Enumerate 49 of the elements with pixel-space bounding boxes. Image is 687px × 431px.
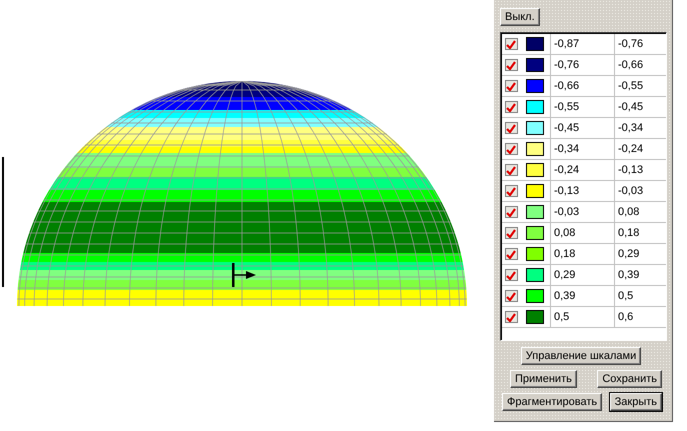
checkbox[interactable] bbox=[504, 185, 518, 197]
axis-arrow-icon bbox=[232, 263, 256, 287]
range-from: -0,13 bbox=[554, 185, 580, 197]
range-from: -0,87 bbox=[554, 38, 580, 50]
range-from: 0,18 bbox=[554, 248, 576, 260]
close-button[interactable]: Закрыть bbox=[610, 393, 662, 411]
checkbox[interactable] bbox=[504, 38, 518, 50]
range-to: 0,39 bbox=[618, 269, 640, 281]
range-to: -0,24 bbox=[618, 143, 644, 155]
range-to: 0,08 bbox=[618, 206, 640, 218]
scale-control-button[interactable]: Управление шкалами bbox=[520, 347, 642, 365]
checkbox[interactable] bbox=[504, 122, 518, 134]
checkbox[interactable] bbox=[504, 59, 518, 71]
checkbox[interactable] bbox=[504, 311, 518, 323]
fragment-button[interactable]: Фрагментировать bbox=[502, 393, 602, 411]
apply-button[interactable]: Применить bbox=[510, 370, 577, 388]
range-to: -0,45 bbox=[618, 101, 644, 113]
checkbox[interactable] bbox=[504, 143, 518, 155]
range-to: 0,6 bbox=[618, 311, 634, 323]
range-from: -0,45 bbox=[554, 122, 580, 134]
checkbox[interactable] bbox=[504, 248, 518, 260]
range-from: -0,03 bbox=[554, 206, 580, 218]
range-from: -0,55 bbox=[554, 101, 580, 113]
range-from: -0,24 bbox=[554, 164, 580, 176]
range-to: -0,03 bbox=[618, 185, 644, 197]
range-from: 0,39 bbox=[554, 290, 576, 302]
range-to: -0,76 bbox=[618, 38, 644, 50]
range-to: 0,18 bbox=[618, 227, 640, 239]
range-to: -0,66 bbox=[618, 59, 644, 71]
range-from: 0,29 bbox=[554, 269, 576, 281]
range-to: 0,29 bbox=[618, 248, 640, 260]
checkbox[interactable] bbox=[504, 164, 518, 176]
off-button[interactable]: Выкл. bbox=[500, 8, 540, 26]
range-to: 0,5 bbox=[618, 290, 634, 302]
range-from: -0,76 bbox=[554, 59, 580, 71]
checkbox[interactable] bbox=[504, 290, 518, 302]
range-from: -0,66 bbox=[554, 80, 580, 92]
checkbox[interactable] bbox=[504, 269, 518, 281]
range-to: -0,55 bbox=[618, 80, 644, 92]
range-from: 0,5 bbox=[554, 311, 570, 323]
checkbox[interactable] bbox=[504, 227, 518, 239]
save-button[interactable]: Сохранить bbox=[597, 370, 662, 388]
checkbox[interactable] bbox=[504, 101, 518, 113]
range-from: 0,08 bbox=[554, 227, 576, 239]
range-to: -0,34 bbox=[618, 122, 644, 134]
checkbox[interactable] bbox=[504, 206, 518, 218]
range-from: -0,34 bbox=[554, 143, 580, 155]
range-to: -0,13 bbox=[618, 164, 644, 176]
checkbox[interactable] bbox=[504, 80, 518, 92]
